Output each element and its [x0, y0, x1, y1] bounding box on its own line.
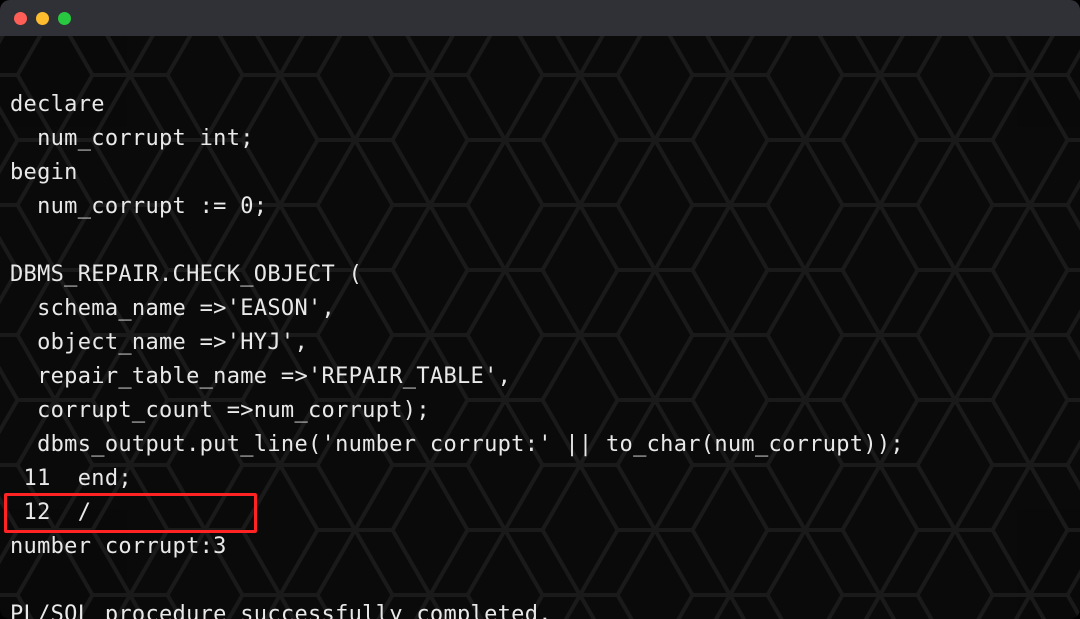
output-line-success: PL/SQL procedure successfully completed.: [10, 602, 552, 619]
minimize-icon[interactable]: [36, 12, 49, 25]
code-line: 12 /: [10, 500, 91, 525]
code-line: declare: [10, 92, 105, 117]
code-line: corrupt_count =>num_corrupt);: [10, 398, 430, 423]
code-line: repair_table_name =>'REPAIR_TABLE',: [10, 364, 511, 389]
code-line: DBMS_REPAIR.CHECK_OBJECT (: [10, 262, 362, 287]
code-line: schema_name =>'EASON',: [10, 296, 335, 321]
code-line: begin: [10, 160, 78, 185]
code-line: num_corrupt int;: [10, 126, 254, 151]
titlebar: [0, 0, 1080, 36]
code-line: object_name =>'HYJ',: [10, 330, 308, 355]
code-line: dbms_output.put_line('number corrupt:' |…: [10, 432, 904, 457]
close-icon[interactable]: [14, 12, 27, 25]
output-line-corrupt: number corrupt:3: [10, 534, 227, 559]
terminal-output[interactable]: declare num_corrupt int; begin num_corru…: [0, 36, 1080, 619]
code-line: 11 end;: [10, 466, 132, 491]
code-line: num_corrupt := 0;: [10, 194, 267, 219]
zoom-icon[interactable]: [58, 12, 71, 25]
terminal-window: declare num_corrupt int; begin num_corru…: [0, 0, 1080, 619]
